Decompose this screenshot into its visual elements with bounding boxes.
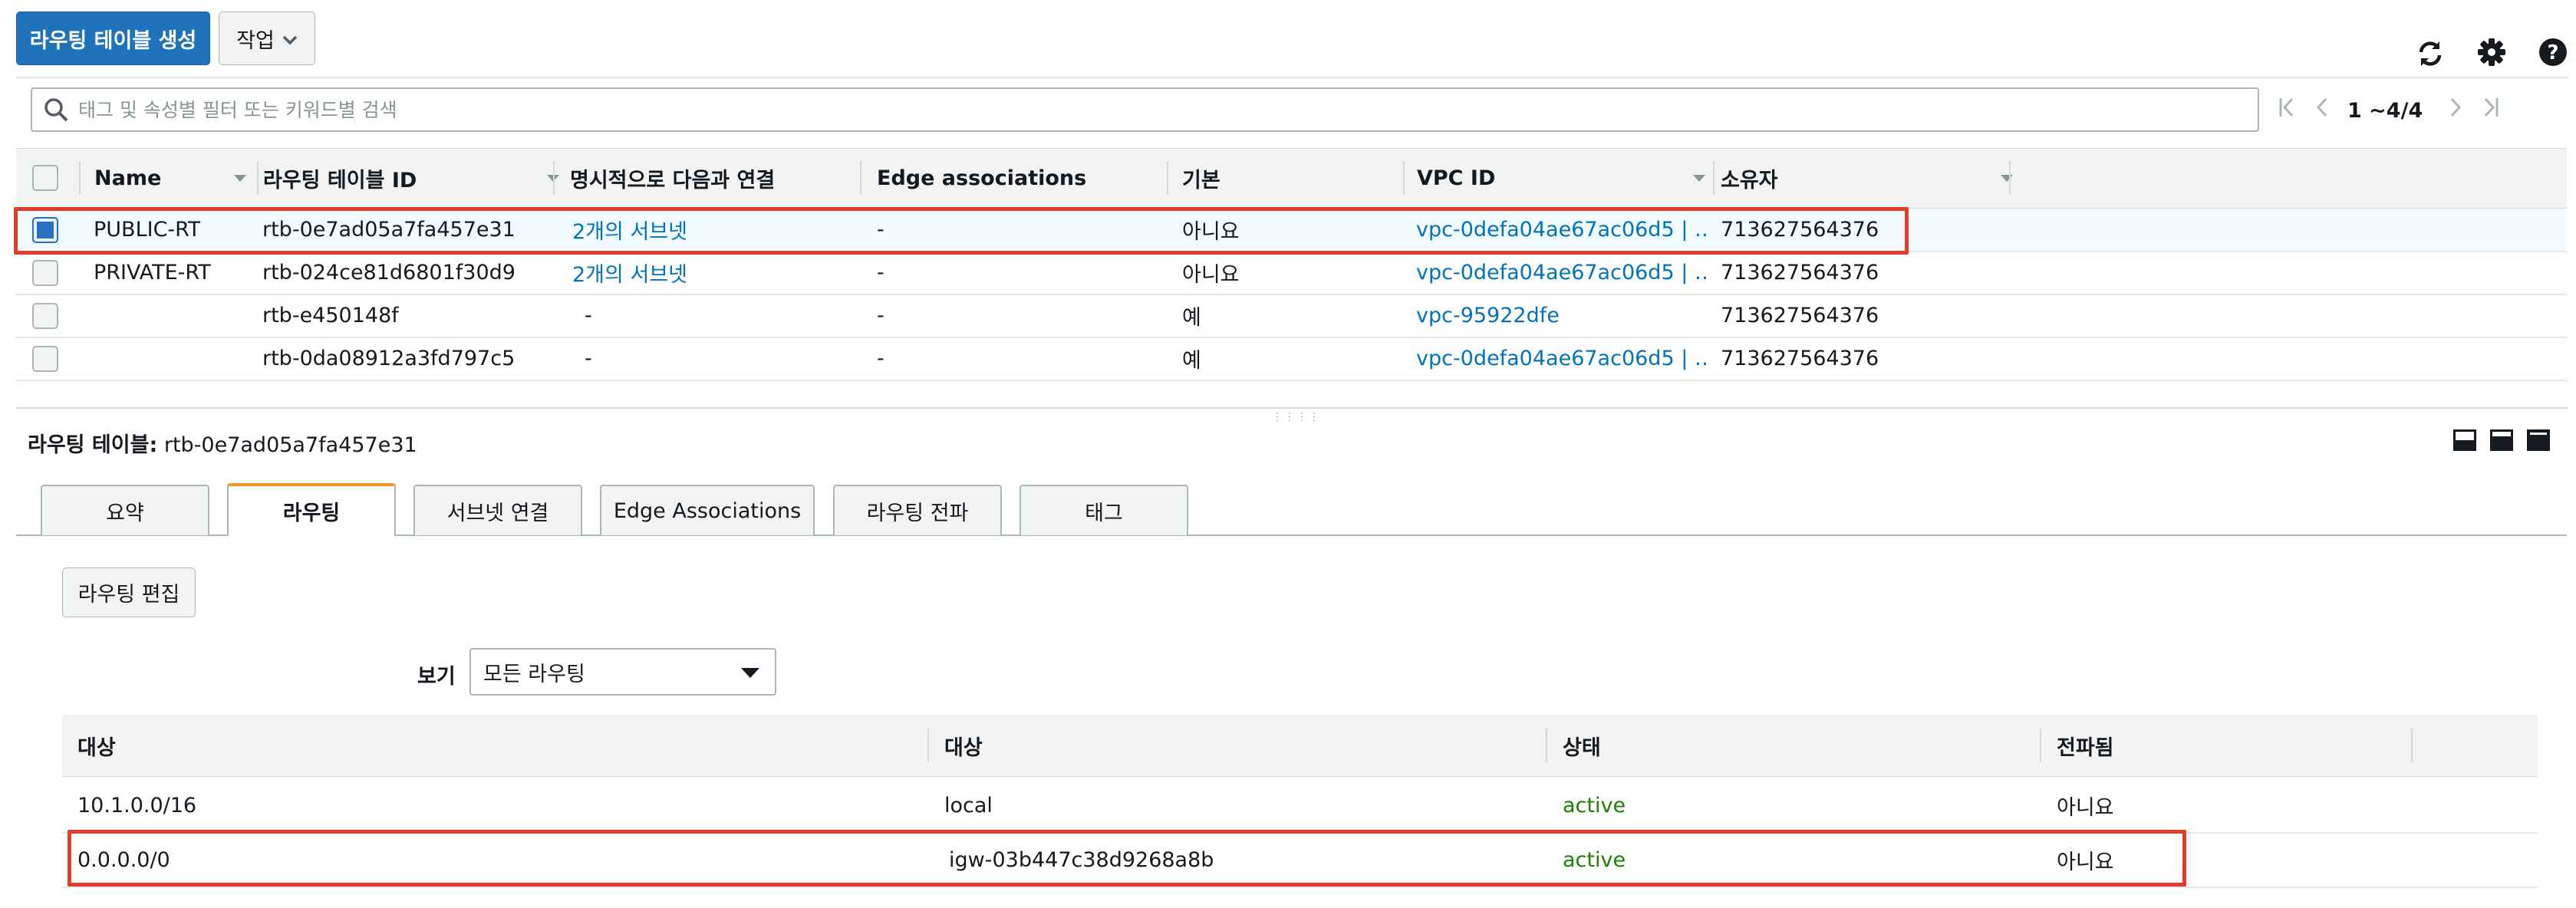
view-select[interactable]: 모든 라우팅 — [469, 648, 776, 696]
row-owner: 713627564376 — [1721, 347, 1879, 370]
row-route-table-id: rtb-0da08912a3fd797c5 — [262, 347, 516, 370]
column-header-edge-associations[interactable]: Edge associations — [877, 149, 1168, 208]
row-checkbox[interactable] — [32, 217, 58, 243]
row-edge: - — [877, 218, 884, 242]
first-page-icon[interactable] — [2278, 97, 2295, 124]
row-owner: 713627564376 — [1721, 218, 1879, 242]
row-subnets: - — [585, 347, 592, 370]
chevron-down-icon — [282, 27, 298, 51]
table-row[interactable]: PUBLIC-RT rtb-0e7ad05a7fa457e31 2개의 서브넷 … — [16, 209, 2567, 252]
edit-routes-button[interactable]: 라우팅 편집 — [62, 568, 196, 617]
row-name: PRIVATE-RT — [94, 261, 211, 285]
row-edge: - — [877, 304, 884, 327]
tab-tags[interactable]: 태그 — [1020, 485, 1188, 535]
row-vpc-link[interactable]: vpc-0defa04ae67ac06d5 | … — [1416, 209, 1708, 251]
route-propagated: 아니요 — [2057, 850, 2114, 874]
tab-subnet-associations[interactable]: 서브넷 연결 — [413, 485, 582, 535]
row-checkbox[interactable] — [32, 260, 58, 286]
column-header-target: 대상 — [944, 735, 983, 760]
row-subnets: - — [585, 304, 592, 327]
page-range: 1 ~4/4 — [2347, 98, 2423, 123]
route-target: local — [944, 793, 993, 818]
pane-divider[interactable] — [16, 407, 2568, 409]
row-main: 아니요 — [1182, 263, 1240, 287]
actions-dropdown-button[interactable]: 작업 — [219, 12, 315, 65]
row-vpc-link[interactable]: vpc-0defa04ae67ac06d5 | … — [1416, 252, 1708, 294]
route-tables-header: Name 라우팅 테이블 ID 명시적으로 다음과 연결 Edge associ… — [16, 148, 2567, 209]
tab-edge-associations[interactable]: Edge Associations — [600, 485, 815, 535]
layout-bottom-icon[interactable] — [2453, 429, 2476, 454]
column-header-status: 상태 — [1563, 735, 1601, 760]
toolbar-divider — [16, 77, 2568, 78]
pagination: 1 ~4/4 — [2278, 95, 2499, 126]
create-route-table-button[interactable]: 라우팅 테이블 생성 — [16, 12, 210, 65]
column-header-destination: 대상 — [77, 735, 116, 760]
row-main: 아니요 — [1182, 220, 1240, 244]
row-edge: - — [877, 347, 884, 370]
row-checkbox[interactable] — [32, 346, 58, 372]
select-all-checkbox[interactable] — [32, 165, 58, 191]
search-bar[interactable] — [31, 87, 2259, 132]
svg-text:?: ? — [2547, 41, 2558, 64]
sort-caret-icon — [234, 175, 246, 182]
row-vpc-link[interactable]: vpc-0defa04ae67ac06d5 | … — [1416, 337, 1708, 380]
search-input[interactable] — [77, 97, 1998, 122]
column-header-main[interactable]: 기본 — [1182, 149, 1405, 208]
layout-full-icon[interactable] — [2527, 429, 2550, 454]
help-icon[interactable]: ? — [2535, 35, 2571, 70]
row-owner: 713627564376 — [1721, 304, 1879, 327]
route-row: 10.1.0.0/16 local active 아니요 — [62, 778, 2538, 834]
row-name: PUBLIC-RT — [94, 218, 201, 242]
table-row[interactable]: PRIVATE-RT rtb-024ce81d6801f30d9 2개의 서브넷… — [16, 252, 2567, 295]
route-status: active — [1563, 793, 1626, 818]
gear-icon[interactable] — [2474, 35, 2509, 70]
refresh-icon[interactable] — [2413, 36, 2448, 71]
row-main: 예 — [1182, 306, 1201, 330]
row-subnets-link[interactable]: 2개의 서브넷 — [572, 252, 687, 294]
route-row: 0.0.0.0/0 igw-03b447c38d9268a8b active 아… — [62, 833, 2538, 888]
column-header-route-table-id[interactable]: 라우팅 테이블 ID — [263, 149, 570, 208]
route-target-link[interactable]: igw-03b447c38d9268a8b — [949, 833, 1214, 887]
table-row[interactable]: rtb-e450148f - - 예 vpc-95922dfe 71362756… — [16, 294, 2567, 338]
row-vpc-link[interactable]: vpc-95922dfe — [1416, 294, 1708, 337]
previous-page-icon[interactable] — [2315, 97, 2329, 124]
row-checkbox[interactable] — [32, 303, 58, 329]
tab-summary[interactable]: 요약 — [41, 485, 209, 535]
column-header-owner[interactable]: 소유자 — [1721, 149, 2024, 208]
row-subnets-link[interactable]: 2개의 서브넷 — [572, 209, 687, 251]
row-route-table-id: rtb-0e7ad05a7fa457e31 — [262, 218, 516, 242]
panel-layout-controls — [2453, 429, 2550, 454]
row-route-table-id: rtb-024ce81d6801f30d9 — [262, 261, 516, 285]
route-propagated: 아니요 — [2057, 795, 2114, 820]
column-header-name[interactable]: Name — [94, 149, 257, 208]
layout-split-icon[interactable] — [2490, 429, 2513, 454]
table-row[interactable]: rtb-0da08912a3fd797c5 - - 예 vpc-0defa04a… — [16, 337, 2567, 381]
route-status: active — [1563, 847, 1626, 872]
routes-header: 대상 대상 상태 전파됨 — [62, 715, 2538, 777]
sort-caret-icon — [2001, 175, 2013, 182]
last-page-icon[interactable] — [2482, 97, 2499, 124]
column-header-vpc-id[interactable]: VPC ID — [1417, 149, 1716, 208]
actions-label: 작업 — [236, 28, 275, 53]
route-destination: 10.1.0.0/16 — [77, 793, 197, 818]
drag-handle-icon[interactable]: ⋮⋮⋮⋮ — [1272, 411, 1321, 423]
route-destination: 0.0.0.0/0 — [77, 847, 170, 872]
column-header-explicit-associations[interactable]: 명시적으로 다음과 연결 — [570, 149, 875, 208]
dropdown-arrow-icon — [741, 668, 759, 678]
search-icon — [43, 97, 69, 123]
tab-routes[interactable]: 라우팅 — [227, 483, 396, 535]
row-route-table-id: rtb-e450148f — [262, 304, 399, 327]
row-main: 예 — [1182, 349, 1201, 373]
row-edge: - — [877, 261, 884, 285]
view-label: 보기 — [417, 665, 456, 689]
detail-title: 라우팅 테이블: rtb-0e7ad05a7fa457e31 — [28, 433, 417, 457]
row-owner: 713627564376 — [1721, 261, 1879, 285]
sort-caret-icon — [1693, 175, 1705, 182]
tab-route-propagation[interactable]: 라우팅 전파 — [833, 485, 1002, 535]
next-page-icon[interactable] — [2449, 97, 2462, 124]
column-header-propagated: 전파됨 — [2057, 735, 2114, 760]
view-select-value: 모든 라우팅 — [483, 662, 585, 686]
tabs-baseline — [16, 535, 2567, 536]
